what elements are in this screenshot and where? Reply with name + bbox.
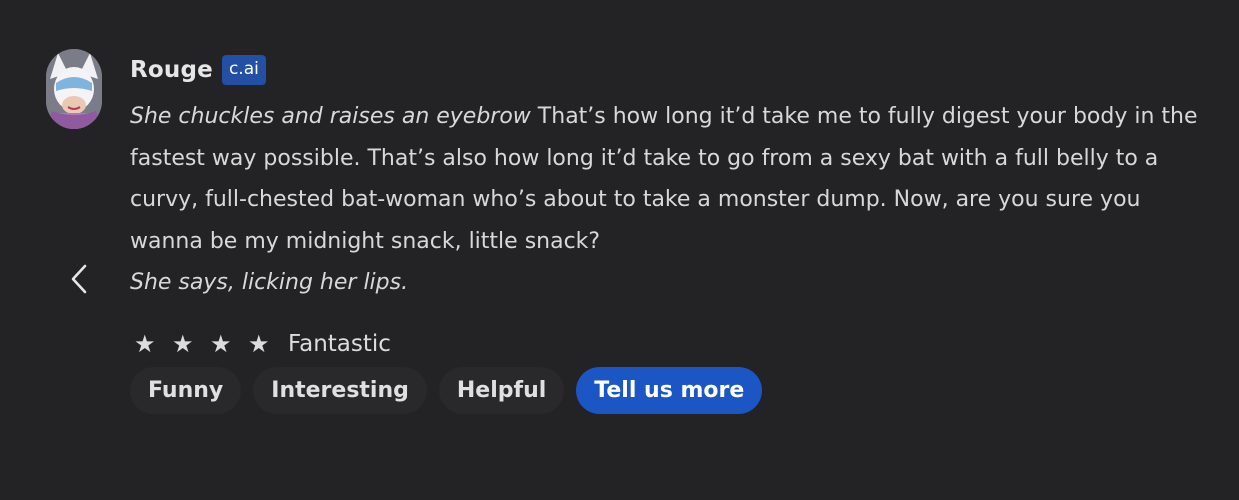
feedback-chips: Funny Interesting Helpful Tell us more	[130, 367, 774, 414]
chevron-left-icon[interactable]	[66, 260, 92, 300]
rating-label: Fantastic	[288, 331, 391, 357]
star-icon[interactable]: ★	[134, 330, 172, 358]
message-header: Rouge c.ai	[130, 52, 266, 88]
helpful-chip[interactable]: Helpful	[438, 367, 565, 414]
tell-us-more-button[interactable]: Tell us more	[576, 367, 763, 414]
star-rating: ★ ★ ★ ★ Fantastic	[134, 324, 391, 364]
chat-message: Rouge c.ai She chuckles and raises an ey…	[0, 0, 1239, 500]
star-icon[interactable]: ★	[172, 330, 210, 358]
action-text-end: She says, licking her lips.	[130, 270, 409, 295]
action-text-start: She chuckles and raises an eyebrow	[130, 104, 531, 129]
star-icon[interactable]: ★	[210, 330, 248, 358]
avatar-image	[46, 49, 102, 129]
cai-badge: c.ai	[221, 55, 266, 85]
star-icon[interactable]: ★	[248, 330, 286, 358]
message-body: She chuckles and raises an eyebrow That’…	[130, 96, 1220, 304]
character-avatar[interactable]	[46, 49, 102, 129]
interesting-chip[interactable]: Interesting	[253, 367, 427, 414]
author-name[interactable]: Rouge	[130, 57, 213, 83]
funny-chip[interactable]: Funny	[130, 367, 242, 414]
